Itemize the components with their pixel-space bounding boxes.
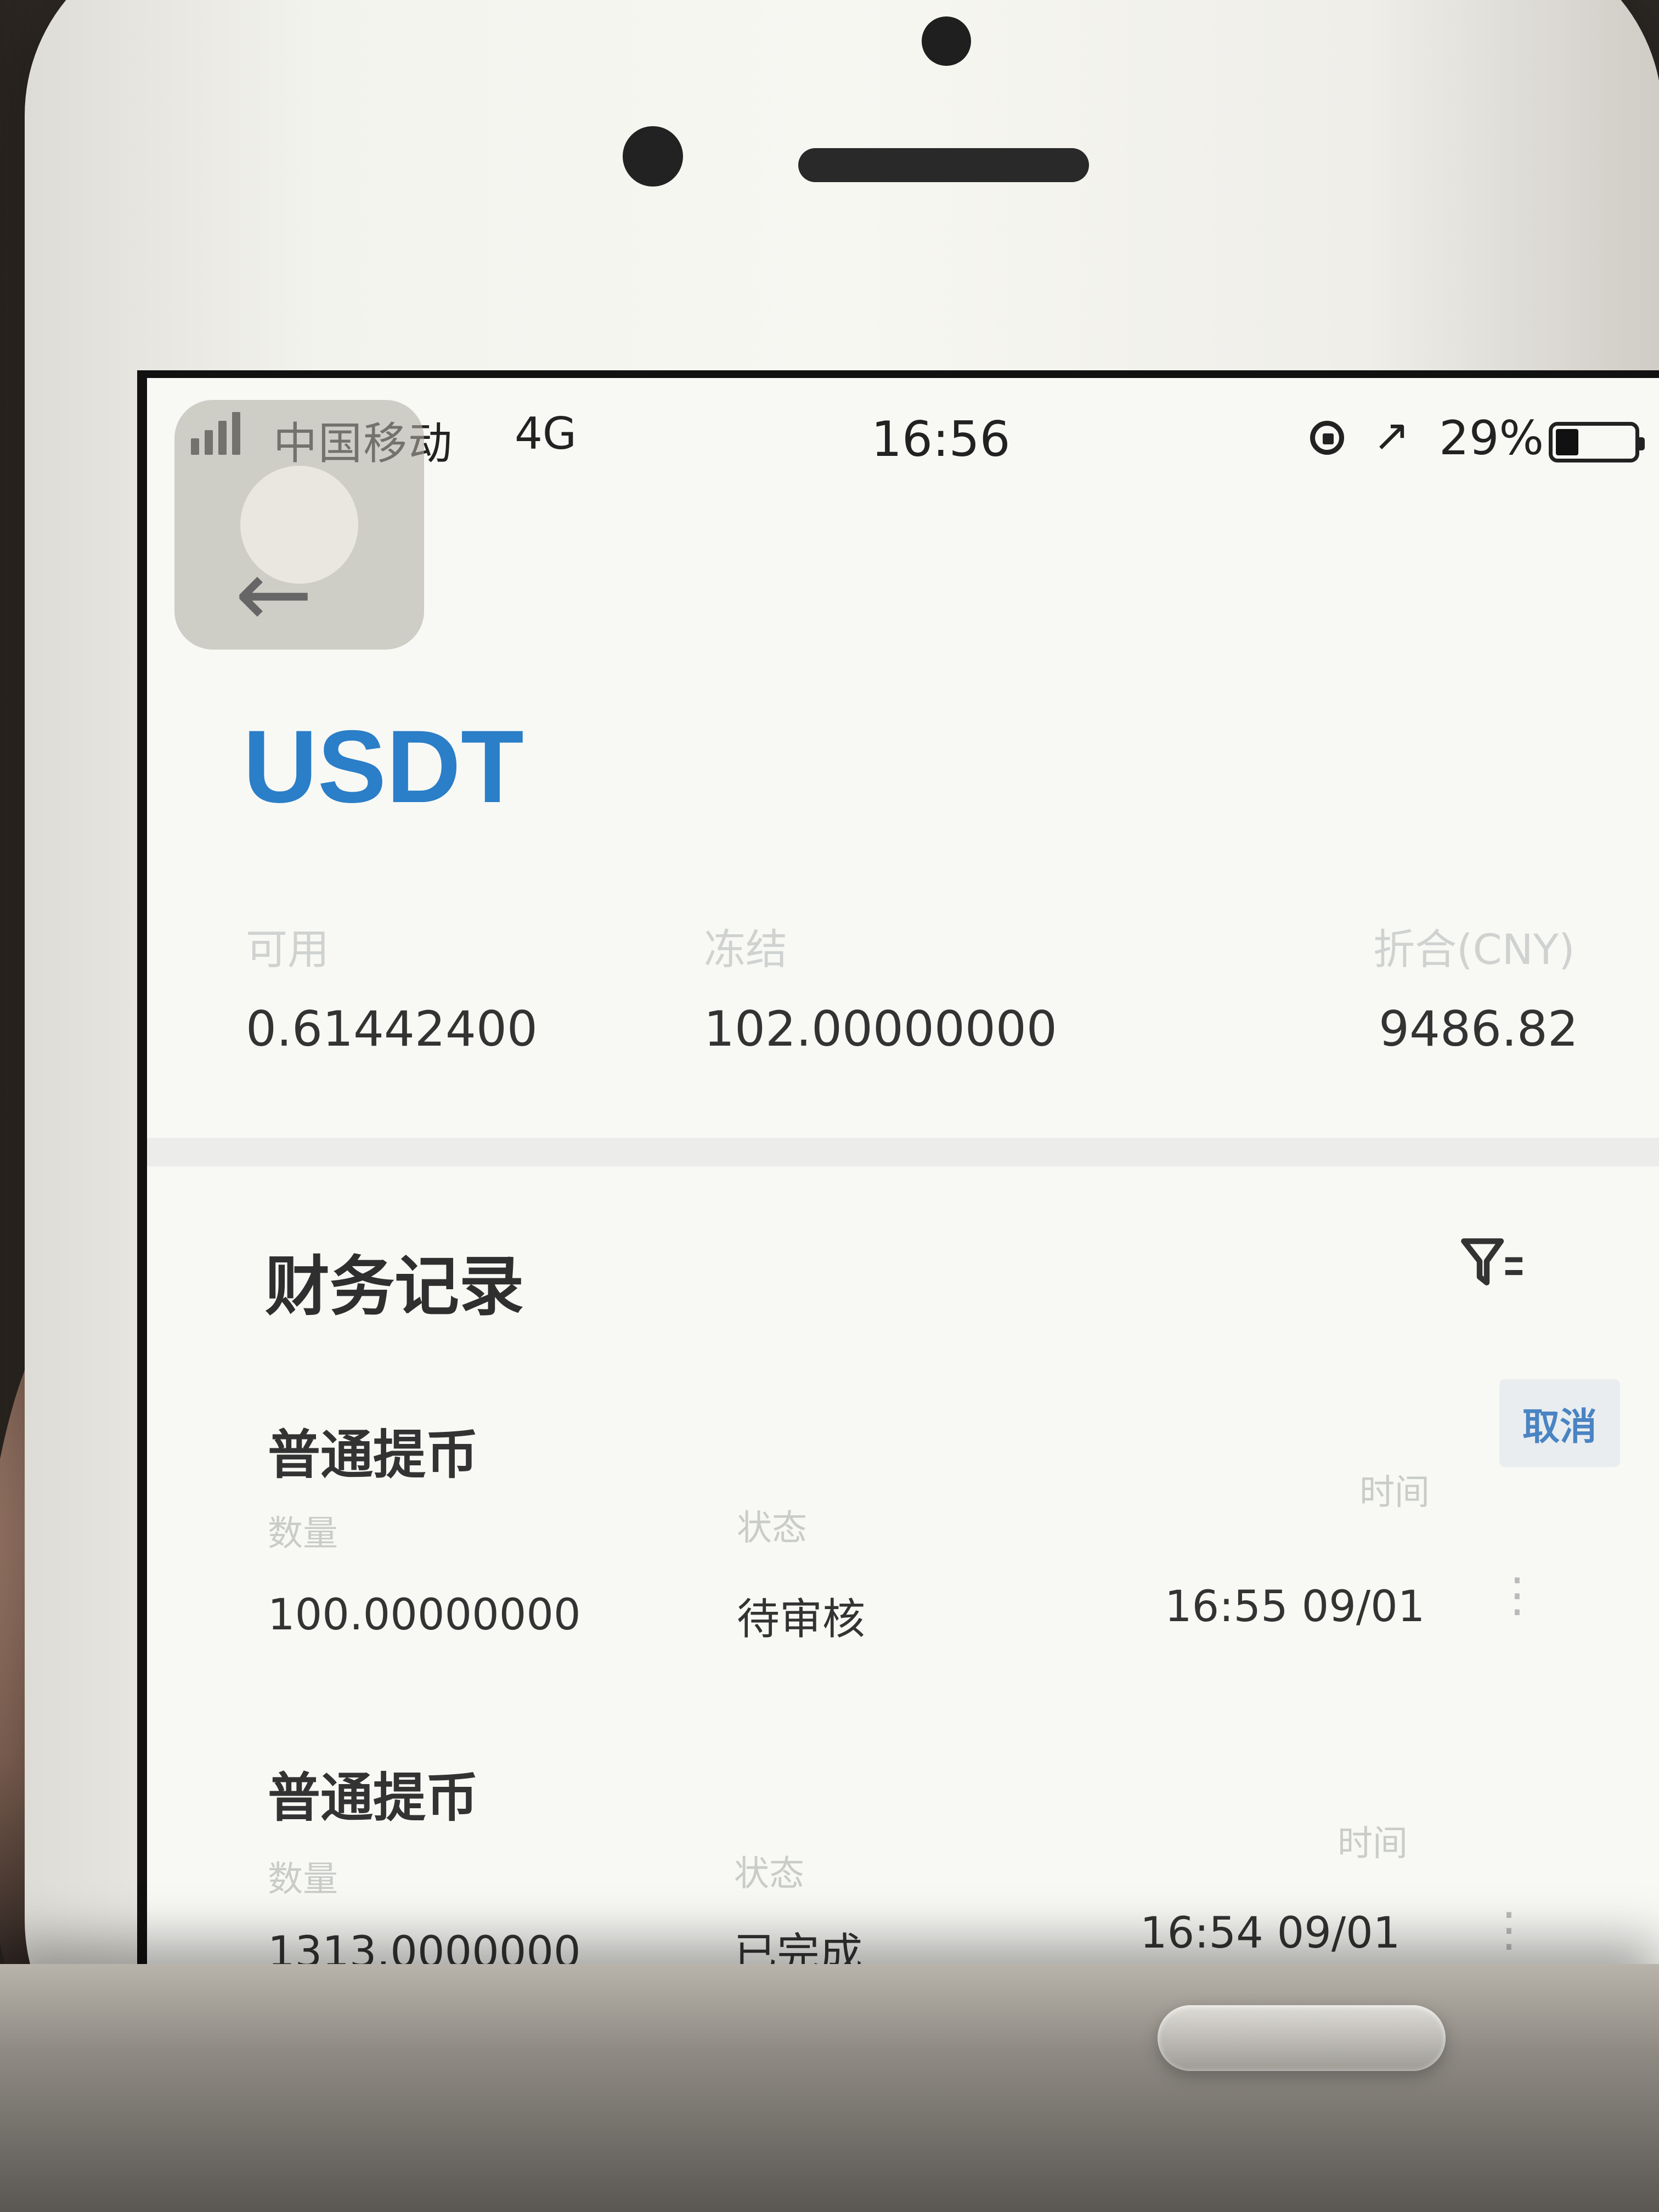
amount-label: 数量	[268, 1514, 338, 1554]
proximity-sensor	[922, 16, 971, 66]
rotation-lock-icon	[1310, 421, 1344, 455]
location-icon: ↗	[1373, 410, 1410, 461]
record-title: 普通提币	[268, 1767, 478, 1829]
time-label: 时间	[1359, 1472, 1430, 1513]
home-button[interactable]	[1158, 2005, 1446, 2071]
asset-title: USDT	[243, 709, 524, 824]
status-value: 待审核	[737, 1595, 866, 1644]
section-divider	[147, 1138, 1659, 1166]
amount-label: 数量	[268, 1859, 338, 1900]
cancel-button[interactable]: 取消	[1499, 1379, 1620, 1467]
more-icon[interactable]: ⋮	[1494, 1572, 1541, 1618]
phone-screen: 中国移动 4G 16:56 ↗ 29% ← USDT 可用 0.61442400…	[137, 370, 1659, 1985]
amount-value: 100.00000000	[268, 1590, 581, 1640]
record-item: 普通提币 取消 数量 100.00000000 状态 待审核 时间 16:55 …	[268, 1379, 1620, 1644]
front-camera	[623, 126, 683, 187]
battery-icon	[1549, 422, 1639, 462]
battery-tip	[1639, 437, 1645, 450]
more-icon[interactable]: ⋮	[1486, 1906, 1532, 1953]
status-label: 状态	[734, 1854, 804, 1894]
time-value: 16:54 09/01	[1140, 1909, 1401, 1958]
back-button[interactable]: ←	[174, 400, 424, 650]
records-title: 财务记录	[265, 1249, 524, 1324]
status-label: 状态	[737, 1508, 807, 1549]
network-type: 4G	[515, 408, 577, 459]
available-label: 可用	[246, 925, 329, 974]
converted-value: 9486.82	[1379, 1001, 1578, 1057]
frozen-value: 102.00000000	[704, 1001, 1057, 1057]
phone-body: 中国移动 4G 16:56 ↗ 29% ← USDT 可用 0.61442400…	[25, 0, 1659, 2101]
filter-icon[interactable]	[1458, 1234, 1530, 1294]
status-time: 16:56	[871, 411, 1011, 467]
phone-photo: 中国移动 4G 16:56 ↗ 29% ← USDT 可用 0.61442400…	[0, 0, 1659, 2212]
record-title: 普通提币	[268, 1424, 478, 1486]
battery-percentage: 29%	[1439, 411, 1544, 466]
frozen-label: 冻结	[704, 925, 787, 974]
record-item: 普通提币 数量 1313.0000000 状态 已完成 时间 16:54 09/…	[268, 1755, 1590, 1979]
time-label: 时间	[1338, 1824, 1408, 1864]
phone-speaker	[798, 148, 1089, 182]
converted-label: 折合(CNY)	[1373, 925, 1575, 974]
back-arrow-icon: ←	[235, 540, 313, 648]
time-value: 16:55 09/01	[1165, 1582, 1425, 1632]
phone-bottom-edge	[0, 1964, 1659, 2212]
battery-level	[1556, 429, 1578, 455]
available-value: 0.61442400	[246, 1001, 538, 1057]
